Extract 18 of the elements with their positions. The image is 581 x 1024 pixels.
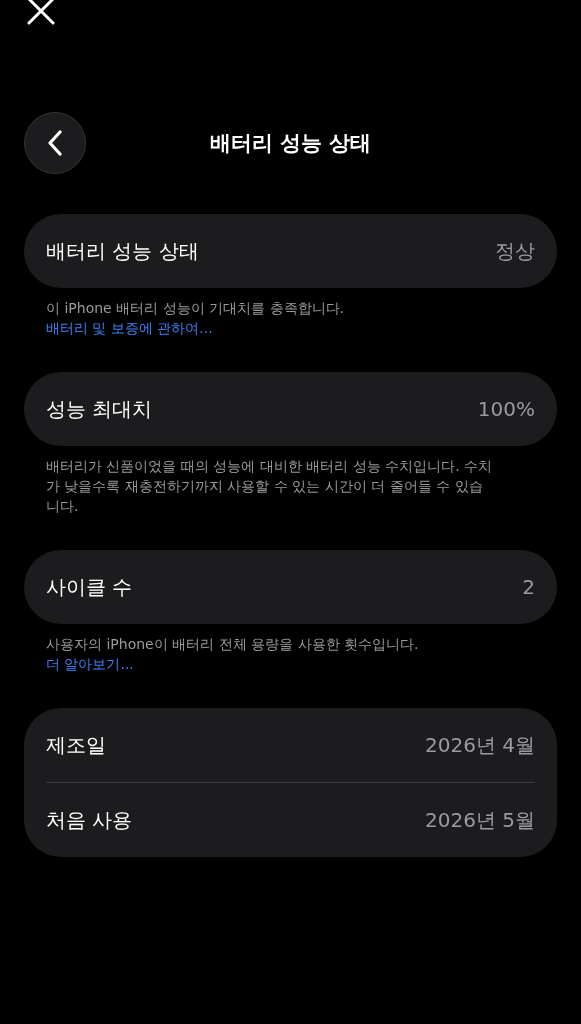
- row-label: 배터리 성능 상태: [46, 237, 199, 265]
- learn-more-link[interactable]: 배터리 및 보증에 관하여...: [46, 320, 213, 336]
- row-value: 100%: [477, 397, 535, 421]
- learn-more-link[interactable]: 더 알아보기...: [46, 656, 134, 672]
- row-label: 성능 최대치: [46, 395, 153, 423]
- row-label: 제조일: [46, 731, 106, 759]
- row-value: 2: [522, 575, 535, 599]
- footnote-text: 이 iPhone 배터리 성능이 기대치를 충족합니다. 배터리 및 보증에 관하여...: [46, 299, 345, 338]
- row-value: 정상: [495, 237, 535, 265]
- row-label: 처음 사용: [46, 806, 133, 834]
- footnote-text: 배터리가 신품이었을 때의 성능에 대비한 배터리 성능 수치입니다. 수치가 낮을수록 재충전하기까지 사용할 수 있는 시간이 더 줄어들 수 있습니다.: [46, 457, 494, 516]
- page-title: 배터리 성능 상태: [208, 130, 373, 157]
- row-label: 사이클 수: [46, 573, 133, 601]
- chevron-left-icon: [47, 130, 63, 156]
- row-value: 2026년 5월: [425, 806, 535, 834]
- row-value: 2026년 4월: [425, 731, 535, 759]
- footnote-text: 사용자의 iPhone이 배터리 전체 용량을 사용한 횟수입니다. 더 알아보기...: [46, 635, 420, 674]
- close-icon[interactable]: [27, 0, 55, 25]
